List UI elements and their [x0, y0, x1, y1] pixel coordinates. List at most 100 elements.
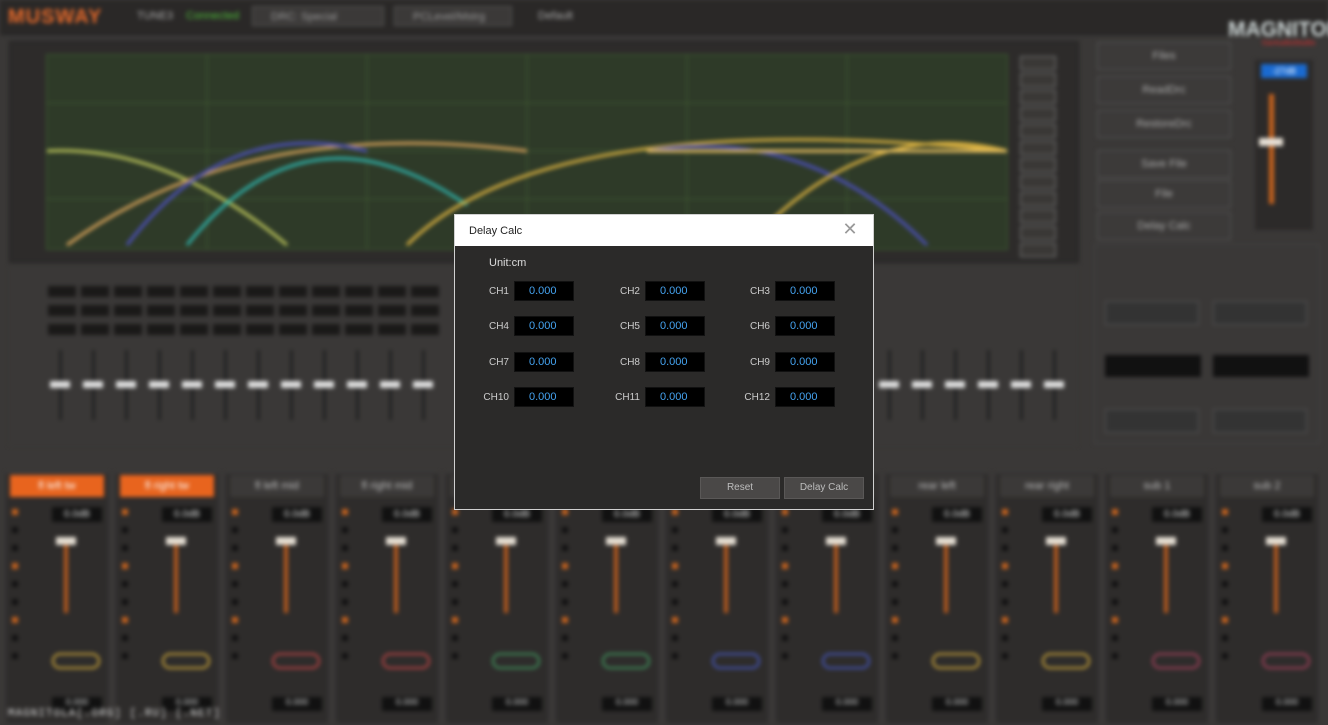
- default-button[interactable]: Default: [538, 10, 573, 22]
- channel-delay[interactable]: 0.000: [1042, 697, 1092, 711]
- channel-mute-ring[interactable]: [52, 653, 100, 669]
- link-checkbox[interactable]: PCLevel/Mstrg: [394, 6, 512, 26]
- read-drc-button[interactable]: ReadDrc: [1097, 76, 1231, 104]
- channel-led: [782, 617, 788, 623]
- channel-gain[interactable]: 0.0dB: [382, 507, 432, 522]
- channel-fader-knob[interactable]: [1266, 537, 1286, 545]
- reset-button[interactable]: Reset: [700, 477, 780, 499]
- channel-gain[interactable]: 0.0dB: [932, 507, 982, 522]
- channel-fader-knob[interactable]: [1156, 537, 1176, 545]
- channel-mute-ring[interactable]: [1152, 653, 1200, 669]
- channel-fader-knob[interactable]: [166, 537, 186, 545]
- ch5-input[interactable]: [645, 316, 705, 336]
- channel-name[interactable]: rear left: [890, 475, 984, 497]
- channel-delay[interactable]: 0.000: [822, 697, 872, 711]
- preset-select[interactable]: DRC: Special: [252, 6, 384, 26]
- channel-delay[interactable]: 0.000: [272, 697, 322, 711]
- channel-delay[interactable]: 0.000: [712, 697, 762, 711]
- channel-mute-ring[interactable]: [492, 653, 540, 669]
- delay-calc-dialog: Delay Calc ✕ Unit:cm CH1 CH2 CH3 CH4 CH5…: [454, 214, 874, 510]
- channel-name[interactable]: fl left mid: [230, 475, 324, 497]
- channel-delay[interactable]: 0.000: [1262, 697, 1312, 711]
- channel-mute-ring[interactable]: [1042, 653, 1090, 669]
- channel-delay[interactable]: 0.000: [382, 697, 432, 711]
- channel-mute-ring[interactable]: [162, 653, 210, 669]
- channel-name[interactable]: fl left tw: [10, 475, 104, 497]
- ch1-input[interactable]: [514, 281, 574, 301]
- channel-name[interactable]: sub 1: [1110, 475, 1204, 497]
- channel-led: [452, 599, 458, 605]
- ch4-input[interactable]: [514, 316, 574, 336]
- channel-led: [1222, 563, 1228, 569]
- ch7-input[interactable]: [514, 352, 574, 372]
- channel-name[interactable]: fl right mid: [340, 475, 434, 497]
- delay-calc-open-button[interactable]: Delay Calc: [1097, 212, 1231, 240]
- channel-led: [12, 599, 18, 605]
- ch8-input[interactable]: [645, 352, 705, 372]
- channel-led: [1112, 563, 1118, 569]
- channel-led: [122, 635, 128, 641]
- ch9-input[interactable]: [775, 352, 835, 372]
- ch6-input[interactable]: [775, 316, 835, 336]
- channel-led: [232, 617, 238, 623]
- channel-gain[interactable]: 0.0dB: [52, 507, 102, 522]
- channel-gain[interactable]: 0.0dB: [162, 507, 212, 522]
- channel-gain[interactable]: 0.0dB: [1042, 507, 1092, 522]
- channel-fader-knob[interactable]: [56, 537, 76, 545]
- file-button[interactable]: File: [1097, 180, 1231, 208]
- channel-name[interactable]: fl right tw: [120, 475, 214, 497]
- channel-gain[interactable]: 0.0dB: [1152, 507, 1202, 522]
- ch1-label: CH1: [488, 286, 509, 297]
- channel-led: [562, 635, 568, 641]
- channel-mute-ring[interactable]: [712, 653, 760, 669]
- ch11-input[interactable]: [645, 387, 705, 407]
- channel-led: [672, 599, 678, 605]
- channel-fader-knob[interactable]: [276, 537, 296, 545]
- channel-delay[interactable]: 0.000: [1152, 697, 1202, 711]
- channel-fader-track: [284, 537, 288, 613]
- channel-mute-ring[interactable]: [1262, 653, 1310, 669]
- master-volume[interactable]: -27dB: [1255, 60, 1313, 230]
- channel-delay[interactable]: 0.000: [932, 697, 982, 711]
- ch3-label: CH3: [749, 286, 770, 297]
- channel-mute-ring[interactable]: [272, 653, 320, 669]
- channel-name[interactable]: sub 2: [1220, 475, 1314, 497]
- channel-led: [342, 581, 348, 587]
- channel-fader-knob[interactable]: [826, 537, 846, 545]
- channel-strip: sub 1 0.0dB 0.000: [1106, 472, 1208, 723]
- ch2-input[interactable]: [645, 281, 705, 301]
- ch12-input[interactable]: [775, 387, 835, 407]
- channel-led: [452, 527, 458, 533]
- close-icon[interactable]: ✕: [841, 221, 859, 239]
- channel-led: [452, 653, 458, 659]
- channel-fader-knob[interactable]: [496, 537, 516, 545]
- eq-channel-legend[interactable]: [1020, 56, 1056, 260]
- dialog-titlebar[interactable]: Delay Calc ✕: [455, 215, 873, 246]
- channel-led: [562, 653, 568, 659]
- channel-fader-knob[interactable]: [1046, 537, 1066, 545]
- channel-fader-knob[interactable]: [606, 537, 626, 545]
- channel-fader-knob[interactable]: [936, 537, 956, 545]
- channel-mute-ring[interactable]: [602, 653, 650, 669]
- channel-mute-ring[interactable]: [382, 653, 430, 669]
- peq-faders-right[interactable]: [877, 350, 1066, 420]
- channel-fader-knob[interactable]: [716, 537, 736, 545]
- channel-gain[interactable]: 0.0dB: [272, 507, 322, 522]
- channel-gain[interactable]: 0.0dB: [1262, 507, 1312, 522]
- ch3-input[interactable]: [775, 281, 835, 301]
- channel-fader-knob[interactable]: [386, 537, 406, 545]
- channel-led: [122, 599, 128, 605]
- files-button[interactable]: Files: [1097, 42, 1231, 70]
- ch10-input[interactable]: [514, 387, 574, 407]
- channel-delay[interactable]: 0.000: [492, 697, 542, 711]
- channel-led: [1112, 527, 1118, 533]
- save-file-button[interactable]: Save File: [1097, 150, 1231, 178]
- master-fader-knob[interactable]: [1259, 138, 1283, 146]
- channel-name[interactable]: rear right: [1000, 475, 1094, 497]
- peq-faders[interactable]: [48, 350, 435, 420]
- restore-drc-button[interactable]: RestoreDrc: [1097, 110, 1231, 138]
- channel-mute-ring[interactable]: [932, 653, 980, 669]
- channel-mute-ring[interactable]: [822, 653, 870, 669]
- channel-delay[interactable]: 0.000: [602, 697, 652, 711]
- delay-calc-button[interactable]: Delay Calc: [784, 477, 864, 499]
